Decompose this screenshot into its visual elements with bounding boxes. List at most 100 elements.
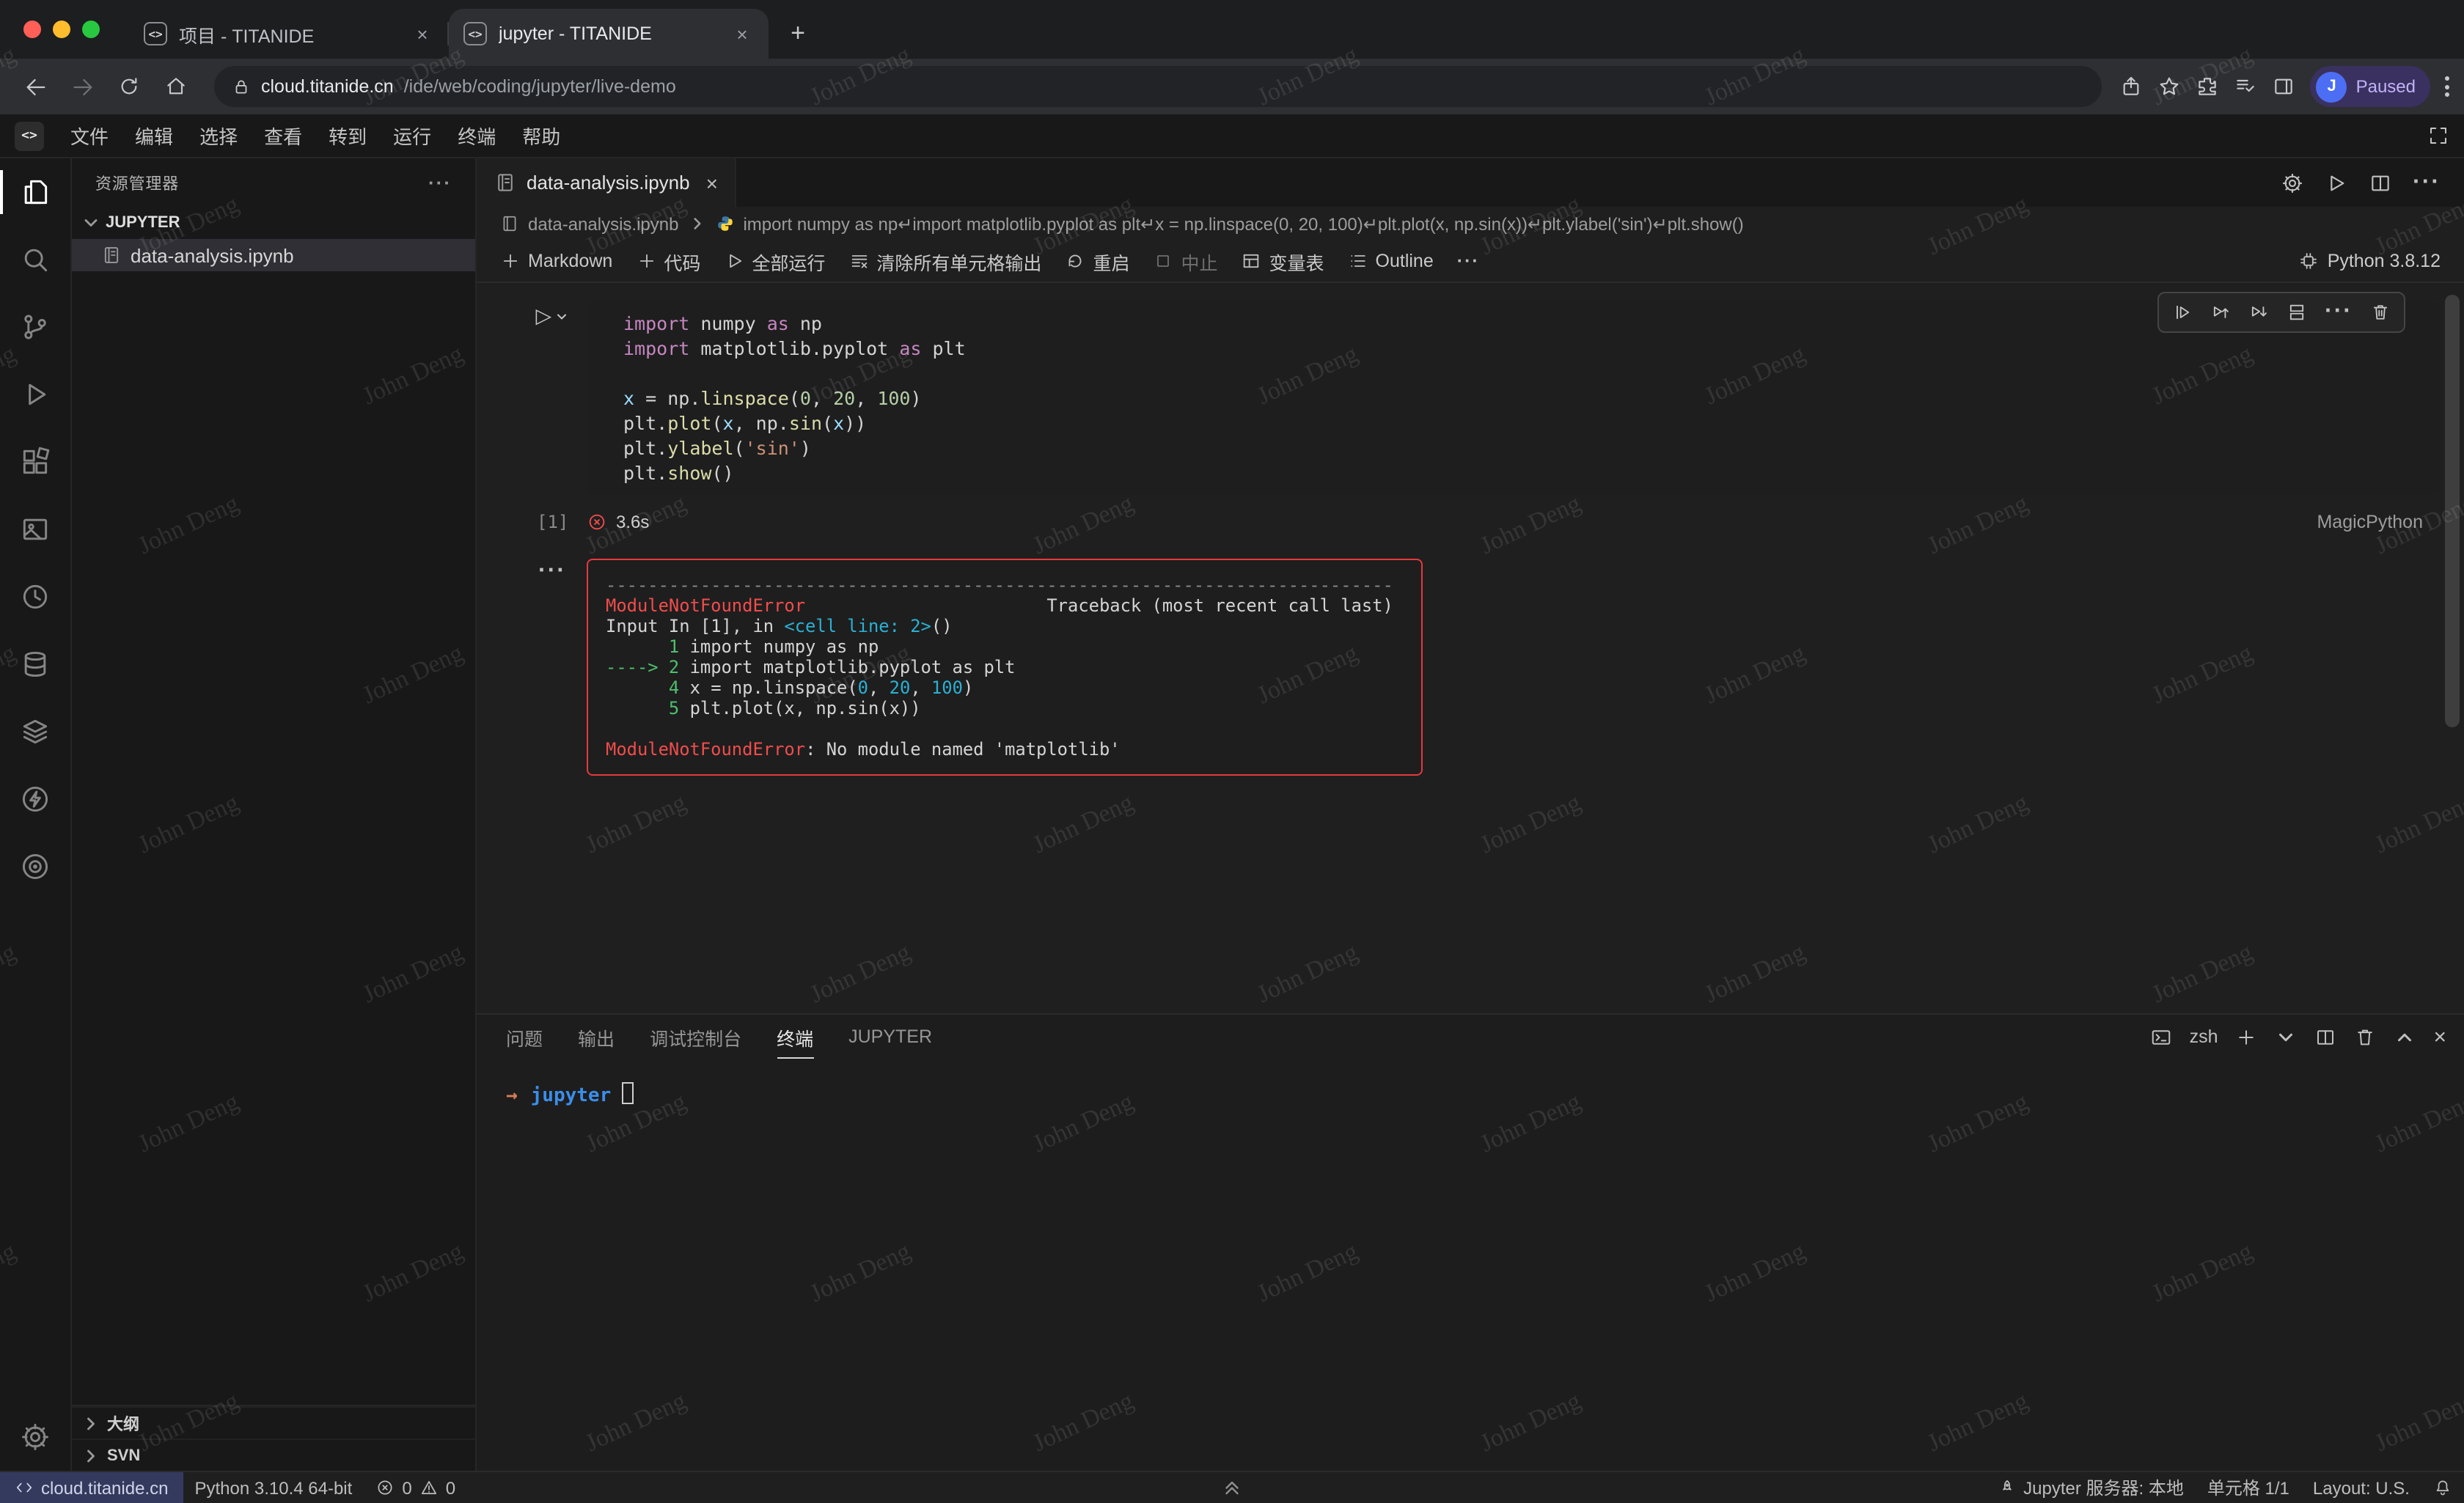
editor-scrollbar[interactable] [2445,295,2460,727]
tab-close-icon[interactable]: × [411,23,434,45]
restart-kernel-button[interactable]: 重启 [1065,247,1129,275]
forward-button[interactable] [62,66,103,107]
keyboard-layout-status[interactable]: Layout: U.S. [2301,1472,2421,1503]
delete-cell-icon[interactable] [2370,302,2391,323]
notifications-bell[interactable] [2421,1472,2464,1503]
editor-more-actions-icon[interactable]: ··· [2413,169,2441,196]
activity-search[interactable] [0,226,70,293]
breadcrumb-cell[interactable]: import numpy as np↵import matplotlib.pyp… [743,213,1743,234]
editor-tab-notebook[interactable]: data-analysis.ipynb × [477,158,737,207]
bottom-panel: 问题 输出 调试控制台 终端 JUPYTER zsh × [477,1013,2464,1471]
home-button[interactable] [155,66,197,107]
clear-outputs-button[interactable]: 清除所有单元格输出 [848,247,1041,275]
fullscreen-icon[interactable] [2427,125,2449,147]
collapse-chevrons-icon[interactable] [1219,1474,1245,1500]
run-by-line-icon[interactable] [2172,302,2193,323]
activity-extensions[interactable] [0,428,70,496]
kill-terminal-trash-icon[interactable] [2354,1026,2376,1048]
bookmark-star-icon[interactable] [2158,75,2182,98]
activity-settings[interactable] [0,1403,70,1471]
problems-status[interactable]: 0 0 [364,1472,467,1503]
variables-button[interactable]: 变量表 [1242,247,1324,275]
breadcrumb-file[interactable]: data-analysis.ipynb [528,213,678,234]
activity-run-debug[interactable] [0,361,70,428]
activity-explorer[interactable] [0,158,70,226]
activity-media-viewer[interactable] [0,496,70,563]
menu-terminal[interactable]: 终端 [446,117,507,154]
terminal-dropdown-chevron-icon[interactable] [2275,1026,2297,1048]
run-cell-button[interactable]: ▷ [535,302,569,494]
panel-tab-output[interactable]: 输出 [578,1015,615,1059]
browser-menu-icon[interactable] [2445,76,2449,97]
activity-database[interactable] [0,631,70,698]
split-editor-icon[interactable] [2369,171,2392,194]
shell-selector[interactable]: zsh [2190,1026,2218,1047]
cell-indicator-status[interactable]: 单元格 1/1 [2196,1472,2301,1503]
remote-indicator[interactable]: cloud.titanide.cn [0,1472,183,1503]
sidebar-section-svn[interactable]: SVN [72,1438,475,1471]
close-window-button[interactable] [23,21,41,38]
activity-source-control[interactable] [0,293,70,361]
profile-chip[interactable]: J Paused [2311,66,2430,107]
python-interpreter-status[interactable]: Python 3.10.4 64-bit [183,1472,364,1503]
cell-more-actions-icon[interactable]: ··· [2325,299,2353,326]
activity-target[interactable] [0,833,70,900]
toolbar-more-actions-icon[interactable]: ··· [1457,251,1480,271]
menu-goto[interactable]: 转到 [317,117,378,154]
text-line [606,719,1404,739]
activity-layers[interactable] [0,698,70,765]
menu-edit[interactable]: 编辑 [123,117,185,154]
kernel-picker[interactable]: Python 3.8.12 [2298,251,2441,271]
menu-file[interactable]: 文件 [59,117,120,154]
reload-button[interactable] [109,66,150,107]
tab-favicon-icon: <> [463,22,487,45]
output-collapse-icon[interactable]: ··· [538,559,566,776]
outline-button[interactable]: Outline [1348,251,1434,271]
add-markdown-button[interactable]: Markdown [500,251,612,271]
run-all-icon[interactable] [2325,171,2348,194]
notebook-settings-gear-icon[interactable] [2281,171,2304,194]
new-tab-button[interactable]: + [777,13,818,54]
run-below-icon[interactable] [2248,302,2269,323]
split-terminal-icon[interactable] [2314,1026,2336,1048]
back-button[interactable] [15,66,56,107]
panel-tab-problems[interactable]: 问题 [506,1015,543,1059]
reading-list-icon[interactable] [2234,75,2258,98]
sidebar-more-actions-icon[interactable]: ··· [428,172,452,194]
split-cell-icon[interactable] [2287,302,2307,323]
button-label: Markdown [528,251,612,271]
activity-history[interactable] [0,563,70,631]
menu-selection[interactable]: 选择 [188,117,249,154]
interrupt-button[interactable]: 中止 [1153,247,1217,275]
menu-help[interactable]: 帮助 [510,117,572,154]
panel-tab-terminal[interactable]: 终端 [777,1015,813,1059]
activity-live[interactable] [0,765,70,833]
maximize-panel-chevron-icon[interactable] [2394,1026,2416,1048]
menu-run[interactable]: 运行 [381,117,443,154]
panel-tab-jupyter[interactable]: JUPYTER [848,1015,932,1059]
new-terminal-plus-icon[interactable] [2235,1026,2257,1048]
run-all-button[interactable]: 全部运行 [724,247,825,275]
menu-view[interactable]: 查看 [252,117,314,154]
extensions-puzzle-icon[interactable] [2196,75,2220,98]
tab-close-icon[interactable]: × [730,23,754,45]
browser-tab-jupyter[interactable]: <> jupyter - TITANIDE × [449,9,769,59]
share-icon[interactable] [2120,75,2144,98]
panel-tab-debug-console[interactable]: 调试控制台 [650,1015,741,1059]
minimize-window-button[interactable] [53,21,70,38]
run-above-icon[interactable] [2210,302,2231,323]
cell-language-mode[interactable]: MagicPython [2317,512,2423,532]
address-bar[interactable]: cloud.titanide.cn/ide/web/coding/jupyter… [214,66,2102,107]
editor-tab-close-icon[interactable]: × [706,171,718,194]
add-code-button[interactable]: 代码 [636,247,700,275]
text-line: plt.show() [623,460,2441,485]
sidebar-section-outline[interactable]: 大纲 [72,1406,475,1438]
terminal-viewport[interactable]: →jupyter [477,1059,2464,1471]
side-panel-icon[interactable] [2273,75,2296,98]
close-panel-icon[interactable]: × [2433,1024,2446,1049]
jupyter-server-status[interactable]: Jupyter 服务器: 本地 [1985,1472,2196,1503]
sidebar-section-jupyter[interactable]: JUPYTER [72,207,475,239]
browser-tab-project[interactable]: <> 项目 - TITANIDE × [129,9,449,59]
sidebar-file-notebook[interactable]: data-analysis.ipynb [72,239,475,271]
zoom-window-button[interactable] [82,21,100,38]
